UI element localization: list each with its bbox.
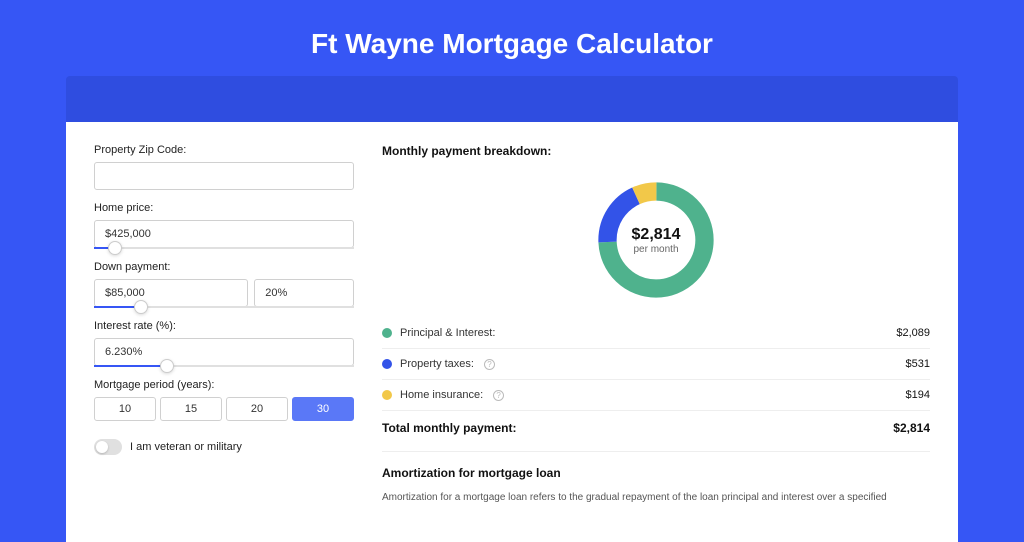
home-price-label: Home price: bbox=[94, 202, 354, 214]
period-option-20[interactable]: 20 bbox=[226, 397, 288, 421]
toggle-knob-icon bbox=[96, 441, 108, 453]
info-icon[interactable]: ? bbox=[493, 390, 504, 401]
slider-thumb-icon[interactable] bbox=[134, 300, 148, 314]
donut-chart: $2,814 per month bbox=[592, 176, 720, 304]
amortization-title: Amortization for mortgage loan bbox=[382, 451, 930, 480]
interest-rate-input[interactable] bbox=[94, 338, 354, 366]
veteran-label: I am veteran or military bbox=[130, 441, 242, 453]
legend-dot-icon bbox=[382, 359, 392, 369]
breakdown-row: Principal & Interest: $2,089 bbox=[382, 318, 930, 349]
breakdown-panel: Monthly payment breakdown: $2,814 per mo… bbox=[382, 144, 930, 520]
breakdown-row: Property taxes: ? $531 bbox=[382, 349, 930, 380]
down-payment-amount-input[interactable] bbox=[94, 279, 248, 307]
down-payment-pct-input[interactable] bbox=[254, 279, 354, 307]
total-label: Total monthly payment: bbox=[382, 421, 516, 435]
total-value: $2,814 bbox=[893, 421, 930, 435]
interest-rate-slider[interactable] bbox=[94, 365, 354, 367]
breakdown-label: Principal & Interest: bbox=[400, 327, 495, 339]
breakdown-label: Property taxes: bbox=[400, 358, 474, 370]
calculator-card: Property Zip Code: Home price: Down paym… bbox=[66, 122, 958, 542]
breakdown-value: $2,089 bbox=[896, 327, 930, 339]
period-option-15[interactable]: 15 bbox=[160, 397, 222, 421]
donut-amount: $2,814 bbox=[632, 226, 681, 244]
veteran-toggle[interactable] bbox=[94, 439, 122, 455]
zip-label: Property Zip Code: bbox=[94, 144, 354, 156]
page-title: Ft Wayne Mortgage Calculator bbox=[0, 0, 1024, 76]
down-payment-slider[interactable] bbox=[94, 306, 354, 308]
breakdown-value: $194 bbox=[906, 389, 930, 401]
period-option-10[interactable]: 10 bbox=[94, 397, 156, 421]
zip-input[interactable] bbox=[94, 162, 354, 190]
home-price-slider[interactable] bbox=[94, 247, 354, 249]
breakdown-value: $531 bbox=[906, 358, 930, 370]
info-icon[interactable]: ? bbox=[484, 359, 495, 370]
amortization-text: Amortization for a mortgage loan refers … bbox=[382, 490, 930, 505]
inputs-panel: Property Zip Code: Home price: Down paym… bbox=[94, 144, 354, 520]
period-option-30[interactable]: 30 bbox=[292, 397, 354, 421]
period-label: Mortgage period (years): bbox=[94, 379, 354, 391]
donut-sub: per month bbox=[633, 244, 678, 255]
breakdown-row: Home insurance: ? $194 bbox=[382, 380, 930, 411]
breakdown-title: Monthly payment breakdown: bbox=[382, 144, 930, 158]
slider-thumb-icon[interactable] bbox=[108, 241, 122, 255]
legend-dot-icon bbox=[382, 328, 392, 338]
legend-dot-icon bbox=[382, 390, 392, 400]
home-price-input[interactable] bbox=[94, 220, 354, 248]
slider-thumb-icon[interactable] bbox=[160, 359, 174, 373]
period-options: 10152030 bbox=[94, 397, 354, 421]
header-bar bbox=[66, 76, 958, 122]
interest-rate-label: Interest rate (%): bbox=[94, 320, 354, 332]
down-payment-label: Down payment: bbox=[94, 261, 354, 273]
breakdown-label: Home insurance: bbox=[400, 389, 483, 401]
